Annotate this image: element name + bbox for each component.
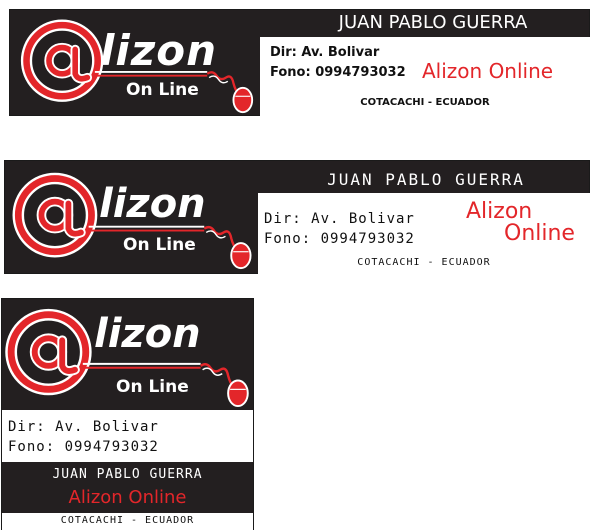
business-card-3: lizon On Line Dir: Av. Bolivar Fono: 099… [1, 298, 254, 530]
brand-text: Alizon Online [68, 487, 187, 508]
logo-tagline: On Line [116, 377, 189, 397]
city-text: COTACACHI - ECUADOR [60, 515, 195, 526]
address-panel: Dir: Av. Bolivar Fono: 0994793032 [2, 410, 253, 462]
city-text: COTACACHI - ECUADOR [360, 97, 490, 108]
phone-text: Fono: 0994793032 [270, 65, 406, 80]
brand-text: Alizon Online [422, 59, 554, 83]
phone-text: Fono: 0994793032 [8, 439, 159, 455]
alizon-logo: lizon On Line [12, 12, 262, 115]
city-text: COTACACHI - ECUADOR [357, 257, 491, 268]
city-panel: COTACACHI - ECUADOR [2, 513, 253, 530]
owner-name: JUAN PABLO GUERRA [52, 467, 203, 482]
owner-name: JUAN PABLO GUERRA [327, 170, 525, 189]
business-card-1: lizon On Line JUAN PABLO GUERRA Dir: Av.… [9, 9, 590, 116]
logo-word: lizon [99, 181, 206, 227]
brand-text-line2: Online [504, 221, 575, 246]
address-text: Dir: Av. Bolivar [264, 211, 415, 227]
logo-tagline: On Line [123, 235, 196, 255]
alizon-logo: lizon On Line [2, 301, 252, 409]
address-text: Dir: Av. Bolivar [8, 419, 159, 435]
owner-name: JUAN PABLO GUERRA [338, 12, 528, 33]
logo-word: lizon [100, 26, 217, 75]
info-panel: Dir: Av. Bolivar Fono: 0994793032 Alizon… [260, 37, 590, 116]
info-panel: Dir: Av. Bolivar Fono: 0994793032 Alizon… [258, 193, 590, 274]
logo-word: lizon [94, 311, 201, 357]
alizon-logo: lizon On Line [7, 165, 257, 271]
logo-tagline: On Line [126, 80, 199, 100]
address-text: Dir: Av. Bolivar [270, 45, 380, 60]
business-card-2: lizon On Line JUAN PABLO GUERRA Dir: Av.… [4, 160, 590, 274]
phone-text: Fono: 0994793032 [264, 231, 415, 247]
